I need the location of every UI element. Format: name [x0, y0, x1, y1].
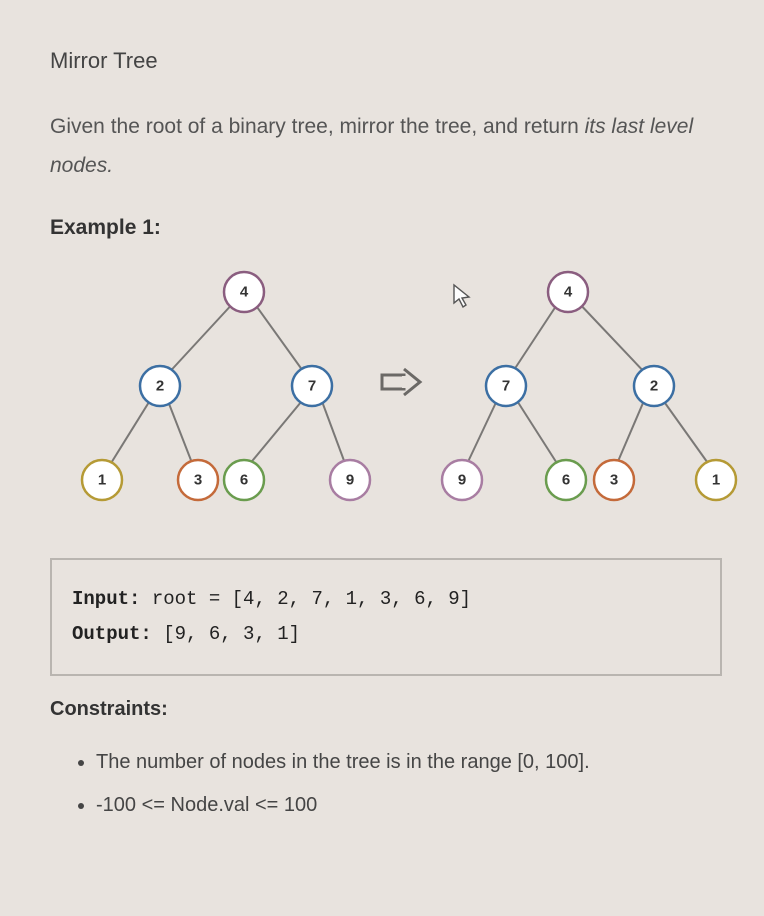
node-val: 2	[156, 377, 164, 394]
tree-diagram: 4 2 7 1 3 6 9	[50, 268, 730, 528]
arrow-icon	[378, 366, 424, 398]
constraints-list: The number of nodes in the tree is in th…	[50, 743, 722, 825]
input-value: root = [4, 2, 7, 1, 3, 6, 9]	[140, 588, 471, 610]
example-code: Input: root = [4, 2, 7, 1, 3, 6, 9] Outp…	[50, 558, 722, 676]
node-val: 2	[650, 377, 658, 394]
node-val: 3	[610, 471, 618, 488]
left-tree: 4 2 7 1 3 6 9	[50, 268, 380, 528]
node-val: 9	[346, 471, 354, 488]
node-val: 1	[712, 471, 720, 488]
input-label: Input:	[72, 588, 140, 610]
output-value: [9, 6, 3, 1]	[152, 623, 300, 645]
node-val: 3	[194, 471, 202, 488]
right-tree: 4 7 2 9 6 3 1	[420, 268, 750, 528]
desc-text-1: Given the root of a binary tree, mirror …	[50, 115, 585, 138]
constraints-heading: Constraints:	[50, 698, 722, 721]
node-val: 4	[564, 283, 573, 300]
node-val: 1	[98, 471, 106, 488]
node-val: 6	[562, 471, 570, 488]
constraint-item: -100 <= Node.val <= 100	[96, 786, 722, 825]
constraint-item: The number of nodes in the tree is in th…	[96, 743, 722, 782]
problem-title: Mirror Tree	[50, 48, 722, 74]
problem-description: Given the root of a binary tree, mirror …	[50, 108, 722, 186]
node-val: 9	[458, 471, 466, 488]
output-label: Output:	[72, 623, 152, 645]
example-heading: Example 1:	[50, 216, 722, 240]
problem-page: Mirror Tree Given the root of a binary t…	[0, 0, 764, 825]
node-val: 7	[308, 377, 316, 394]
node-val: 6	[240, 471, 248, 488]
node-val: 7	[502, 377, 510, 394]
node-val: 4	[240, 283, 249, 300]
